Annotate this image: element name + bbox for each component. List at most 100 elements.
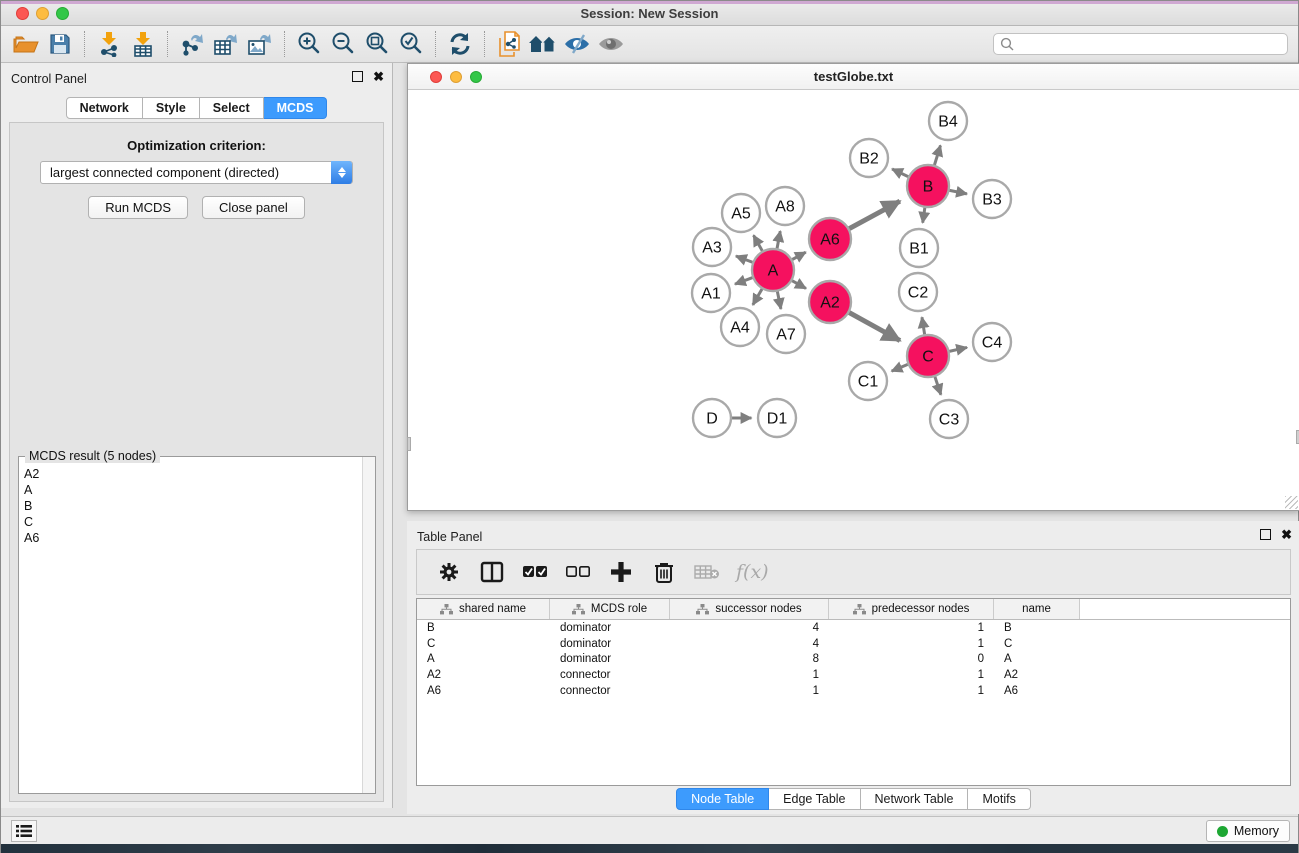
node-C3[interactable]: C3 [930,400,968,438]
table-cell[interactable]: 1 [670,685,829,697]
optimization-criterion-select[interactable]: largest connected component (directed) [40,161,353,184]
result-item[interactable]: A6 [24,530,361,546]
duplicate-network-button[interactable] [492,29,526,59]
network-graph[interactable]: B4B2BB3A8A5A6A3B1AA1C2A2A4A7C4CC1DD1C3 [408,90,1299,510]
node-D1[interactable]: D1 [758,399,796,437]
table-cell[interactable]: A [994,653,1080,665]
import-table-button[interactable] [126,29,160,59]
table-cell[interactable]: dominator [550,622,670,634]
table-cell[interactable]: 4 [670,622,829,634]
column-header-predecessor-nodes[interactable]: predecessor nodes [829,599,994,619]
node-B4[interactable]: B4 [929,102,967,140]
split-columns-button[interactable] [478,558,506,586]
open-session-button[interactable] [9,29,43,59]
table-row[interactable]: Bdominator41B [417,620,1290,636]
tab-mcds[interactable]: MCDS [264,97,328,119]
column-header-shared-name[interactable]: shared name [417,599,550,619]
hide-selected-button[interactable] [560,29,594,59]
table-cell[interactable]: A6 [417,685,550,697]
zoom-out-button[interactable] [326,29,360,59]
tab-network-table[interactable]: Network Table [861,788,969,810]
export-network-button[interactable] [175,29,209,59]
export-table-button[interactable] [209,29,243,59]
delete-column-button[interactable] [650,558,678,586]
node-A6[interactable]: A6 [809,218,851,260]
task-history-button[interactable] [11,820,37,842]
table-cell[interactable]: A [417,653,550,665]
table-cell[interactable]: 1 [670,669,829,681]
table-row[interactable]: A6connector11A6 [417,683,1290,699]
add-column-button[interactable] [607,558,635,586]
node-A2[interactable]: A2 [809,281,851,323]
tab-motifs[interactable]: Motifs [968,788,1030,810]
network-canvas[interactable]: B4B2BB3A8A5A6A3B1AA1C2A2A4A7C4CC1DD1C3 [408,90,1299,510]
refresh-layout-button[interactable] [443,29,477,59]
result-item[interactable]: A2 [24,466,361,482]
close-panel-icon[interactable]: ✖ [1281,529,1292,540]
node-B2[interactable]: B2 [850,139,888,177]
tab-select[interactable]: Select [200,97,264,119]
tab-node-table[interactable]: Node Table [676,788,769,810]
zoom-fit-button[interactable] [360,29,394,59]
deselect-columns-button[interactable] [564,558,592,586]
save-session-button[interactable] [43,29,77,59]
node-A4[interactable]: A4 [721,308,759,346]
window-resize-grip[interactable] [1285,496,1298,509]
node-A8[interactable]: A8 [766,187,804,225]
zoom-in-button[interactable] [292,29,326,59]
table-settings-button[interactable] [435,558,463,586]
node-C2[interactable]: C2 [899,273,937,311]
close-panel-icon[interactable]: ✖ [373,71,384,82]
memory-button[interactable]: Memory [1206,820,1290,842]
edge-A6-B[interactable] [845,201,900,231]
home-layout-button[interactable] [526,29,560,59]
table-cell[interactable]: A6 [994,685,1080,697]
result-item[interactable]: A [24,482,361,498]
search-input[interactable] [993,33,1288,55]
table-cell[interactable]: dominator [550,638,670,650]
show-all-button[interactable] [594,29,628,59]
float-panel-icon[interactable] [1260,529,1271,540]
table-cell[interactable]: dominator [550,653,670,665]
tab-network[interactable]: Network [66,97,143,119]
table-cell[interactable]: connector [550,669,670,681]
table-cell[interactable]: B [994,622,1080,634]
node-B1[interactable]: B1 [900,229,938,267]
node-C4[interactable]: C4 [973,323,1011,361]
table-cell[interactable]: 1 [829,669,994,681]
node-A1[interactable]: A1 [692,274,730,312]
node-D[interactable]: D [693,399,731,437]
export-image-button[interactable] [243,29,277,59]
result-item[interactable]: B [24,498,361,514]
table-cell[interactable]: C [994,638,1080,650]
mcds-result-list[interactable]: A2ABCA6 [20,463,361,792]
table-row[interactable]: Cdominator41C [417,636,1290,652]
table-cell[interactable]: B [417,622,550,634]
table-row[interactable]: Adominator80A [417,651,1290,667]
table-cell[interactable]: 1 [829,622,994,634]
close-panel-button[interactable]: Close panel [202,196,305,219]
column-header-name[interactable]: name [994,599,1080,619]
network-window-titlebar[interactable]: testGlobe.txt [408,64,1299,90]
node-C[interactable]: C [907,335,949,377]
zoom-selected-button[interactable] [394,29,428,59]
node-A3[interactable]: A3 [693,228,731,266]
table-cell[interactable]: C [417,638,550,650]
table-cell[interactable]: 0 [829,653,994,665]
tab-edge-table[interactable]: Edge Table [769,788,860,810]
table-cell[interactable]: 4 [670,638,829,650]
result-list-scrollbar[interactable] [362,457,375,793]
table-cell[interactable]: 8 [670,653,829,665]
result-item[interactable]: C [24,514,361,530]
table-row[interactable]: A2connector11A2 [417,667,1290,683]
column-header-MCDS-role[interactable]: MCDS role [550,599,670,619]
select-all-columns-button[interactable] [521,558,549,586]
node-A5[interactable]: A5 [722,194,760,232]
node-C1[interactable]: C1 [849,362,887,400]
table-cell[interactable]: 1 [829,685,994,697]
import-network-button[interactable] [92,29,126,59]
node-B3[interactable]: B3 [973,180,1011,218]
table-cell[interactable]: 1 [829,638,994,650]
table-cell[interactable]: A2 [417,669,550,681]
edge-A2-C[interactable] [845,310,900,340]
